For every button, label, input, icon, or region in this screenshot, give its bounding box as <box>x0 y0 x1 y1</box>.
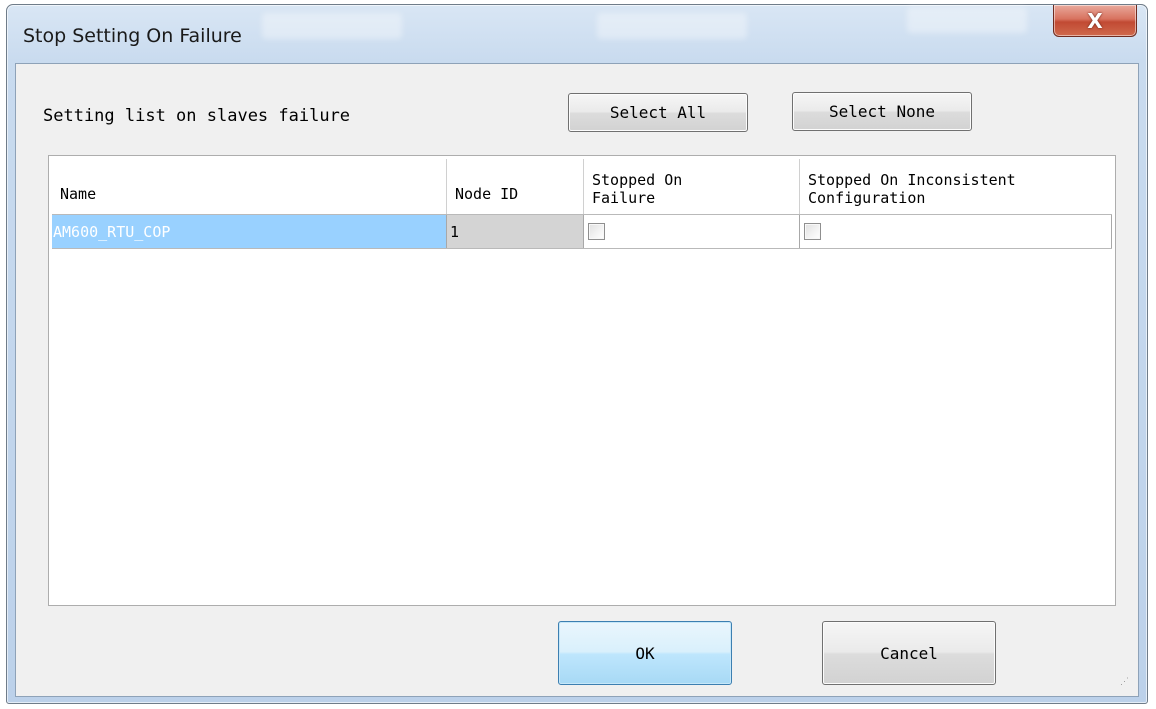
close-button[interactable]: X <box>1053 5 1137 37</box>
column-header-stopped-on-failure[interactable]: Stopped On Failure <box>584 159 800 214</box>
column-header-node-id[interactable]: Node ID <box>447 159 584 214</box>
stopped-on-failure-checkbox[interactable] <box>588 223 605 240</box>
cell-node-id: 1 <box>447 215 584 248</box>
close-icon: X <box>1087 8 1103 33</box>
select-none-button[interactable]: Select None <box>792 92 972 131</box>
column-header-stopped-on-inconsistent[interactable]: Stopped On Inconsistent Configuration <box>800 159 1112 214</box>
table-header: Name Node ID Stopped On Failure Stopped … <box>52 159 1112 214</box>
dialog-window: Stop Setting On Failure X Setting list o… <box>6 4 1148 704</box>
slave-settings-table: Name Node ID Stopped On Failure Stopped … <box>48 155 1116 606</box>
background-blur <box>262 13 402 39</box>
resize-grip-icon[interactable]: ⋰ <box>1120 677 1132 690</box>
select-all-button[interactable]: Select All <box>568 93 748 132</box>
cell-name[interactable]: AM600_RTU_COP <box>52 215 447 248</box>
stopped-on-inconsistent-checkbox[interactable] <box>804 223 821 240</box>
dialog-body: Setting list on slaves failure Select Al… <box>15 63 1139 697</box>
background-blur <box>597 13 747 39</box>
table-row[interactable]: AM600_RTU_COP 1 <box>52 214 1112 249</box>
dialog-title: Stop Setting On Failure <box>23 25 242 47</box>
background-blur <box>907 7 1027 33</box>
column-header-name[interactable]: Name <box>52 159 447 214</box>
cell-stopped-on-inconsistent <box>800 215 1112 248</box>
title-bar[interactable]: Stop Setting On Failure X <box>7 5 1147 63</box>
cell-stopped-on-failure <box>584 215 800 248</box>
ok-button[interactable]: OK <box>558 621 732 685</box>
cancel-button[interactable]: Cancel <box>822 621 996 685</box>
settings-description-label: Setting list on slaves failure <box>43 106 351 126</box>
